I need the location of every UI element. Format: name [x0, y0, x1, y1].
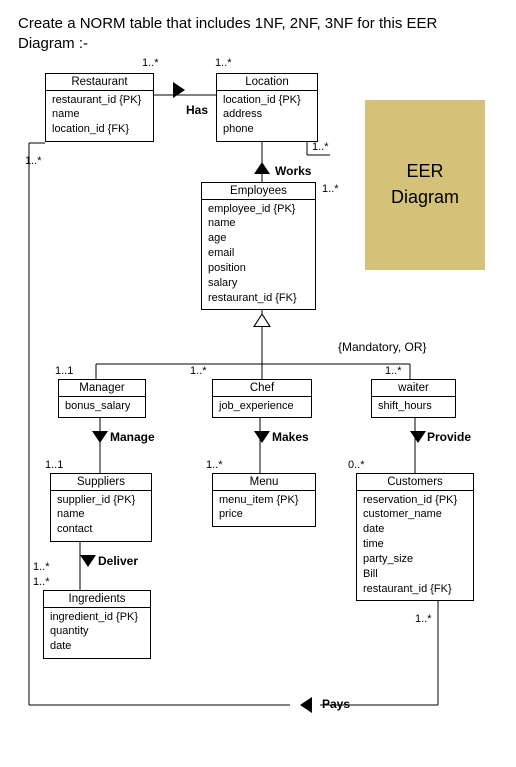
attr: ingredient_id {PK}: [50, 610, 144, 625]
attr: price: [219, 507, 309, 522]
arrow-icon: [410, 431, 426, 443]
entity-restaurant: Restaurant restaurant_id {PK} name locat…: [45, 73, 154, 143]
attr: name: [57, 507, 145, 522]
attr: location_id {FK}: [52, 122, 147, 137]
card: 1..*: [415, 613, 432, 625]
attr: location_id {PK}: [223, 93, 311, 108]
entity-title: Suppliers: [51, 474, 151, 491]
entity-manager: Manager bonus_salary: [58, 379, 146, 419]
rel-deliver: Deliver: [98, 554, 138, 568]
attr: shift_hours: [378, 399, 449, 414]
question-text: Create a NORM table that includes 1NF, 2…: [0, 0, 516, 55]
card: 1..1: [45, 459, 63, 471]
attr: Bill: [363, 567, 467, 582]
entity-title: Manager: [59, 380, 145, 397]
entity-title: Employees: [202, 183, 315, 200]
constraint-label: {Mandatory, OR}: [338, 340, 427, 354]
entity-title: waiter: [372, 380, 455, 397]
entity-location: Location location_id {PK} address phone: [216, 73, 318, 143]
card: 1..*: [385, 365, 402, 377]
card: 1..*: [33, 561, 50, 573]
attr: date: [50, 639, 144, 654]
entity-title: Chef: [213, 380, 311, 397]
entity-title: Ingredients: [44, 591, 150, 608]
card: 1..*: [33, 576, 50, 588]
arrow-icon: [300, 697, 312, 713]
attr: contact: [57, 522, 145, 537]
entity-menu: Menu menu_item {PK} price: [212, 473, 316, 528]
rel-works: Works: [275, 164, 311, 178]
attr: restaurant_id {PK}: [52, 93, 147, 108]
card: 1..*: [142, 57, 159, 69]
attr: supplier_id {PK}: [57, 493, 145, 508]
entity-waiter: waiter shift_hours: [371, 379, 456, 419]
attr: job_experience: [219, 399, 305, 414]
entity-title: Menu: [213, 474, 315, 491]
arrow-icon: [254, 162, 270, 174]
arrow-icon: [173, 82, 185, 98]
attr: bonus_salary: [65, 399, 139, 414]
card: 1..*: [206, 459, 223, 471]
attr: salary: [208, 276, 309, 291]
entity-title: Location: [217, 74, 317, 91]
attr: name: [52, 107, 147, 122]
attr: address: [223, 107, 311, 122]
generalization-icon: [253, 313, 271, 327]
attr: menu_item {PK}: [219, 493, 309, 508]
attr: customer_name: [363, 507, 467, 522]
card: 0..*: [348, 459, 365, 471]
rel-makes: Makes: [272, 430, 309, 444]
attr: time: [363, 537, 467, 552]
card: 1..*: [190, 365, 207, 377]
entity-title: Restaurant: [46, 74, 153, 91]
card: 1..1: [55, 365, 73, 377]
card: 1..*: [322, 183, 339, 195]
attr: quantity: [50, 624, 144, 639]
entity-ingredients: Ingredients ingredient_id {PK} quantity …: [43, 590, 151, 660]
entity-customers: Customers reservation_id {PK} customer_n…: [356, 473, 474, 602]
arrow-icon: [92, 431, 108, 443]
entity-title: Customers: [357, 474, 473, 491]
rel-has: Has: [186, 103, 208, 117]
rel-provide: Provide: [427, 430, 471, 444]
diagram-title-box: EER Diagram: [365, 100, 485, 270]
attr: employee_id {PK}: [208, 202, 309, 217]
attr: position: [208, 261, 309, 276]
card: 1..*: [215, 57, 232, 69]
attr: restaurant_id {FK}: [363, 582, 467, 597]
arrow-icon: [80, 555, 96, 567]
attr: reservation_id {PK}: [363, 493, 467, 508]
rel-pays: Pays: [322, 697, 350, 711]
card: 1..*: [312, 141, 329, 153]
card: 1..*: [25, 155, 42, 167]
attr: email: [208, 246, 309, 261]
attr: name: [208, 216, 309, 231]
entity-suppliers: Suppliers supplier_id {PK} name contact: [50, 473, 152, 543]
attr: restaurant_id {FK}: [208, 291, 309, 306]
diagram-canvas: Restaurant restaurant_id {PK} name locat…: [0, 55, 516, 745]
entity-employees: Employees employee_id {PK} name age emai…: [201, 182, 316, 311]
attr: age: [208, 231, 309, 246]
arrow-icon: [254, 431, 270, 443]
attr: phone: [223, 122, 311, 137]
entity-chef: Chef job_experience: [212, 379, 312, 419]
attr: date: [363, 522, 467, 537]
rel-manage: Manage: [110, 430, 155, 444]
attr: party_size: [363, 552, 467, 567]
